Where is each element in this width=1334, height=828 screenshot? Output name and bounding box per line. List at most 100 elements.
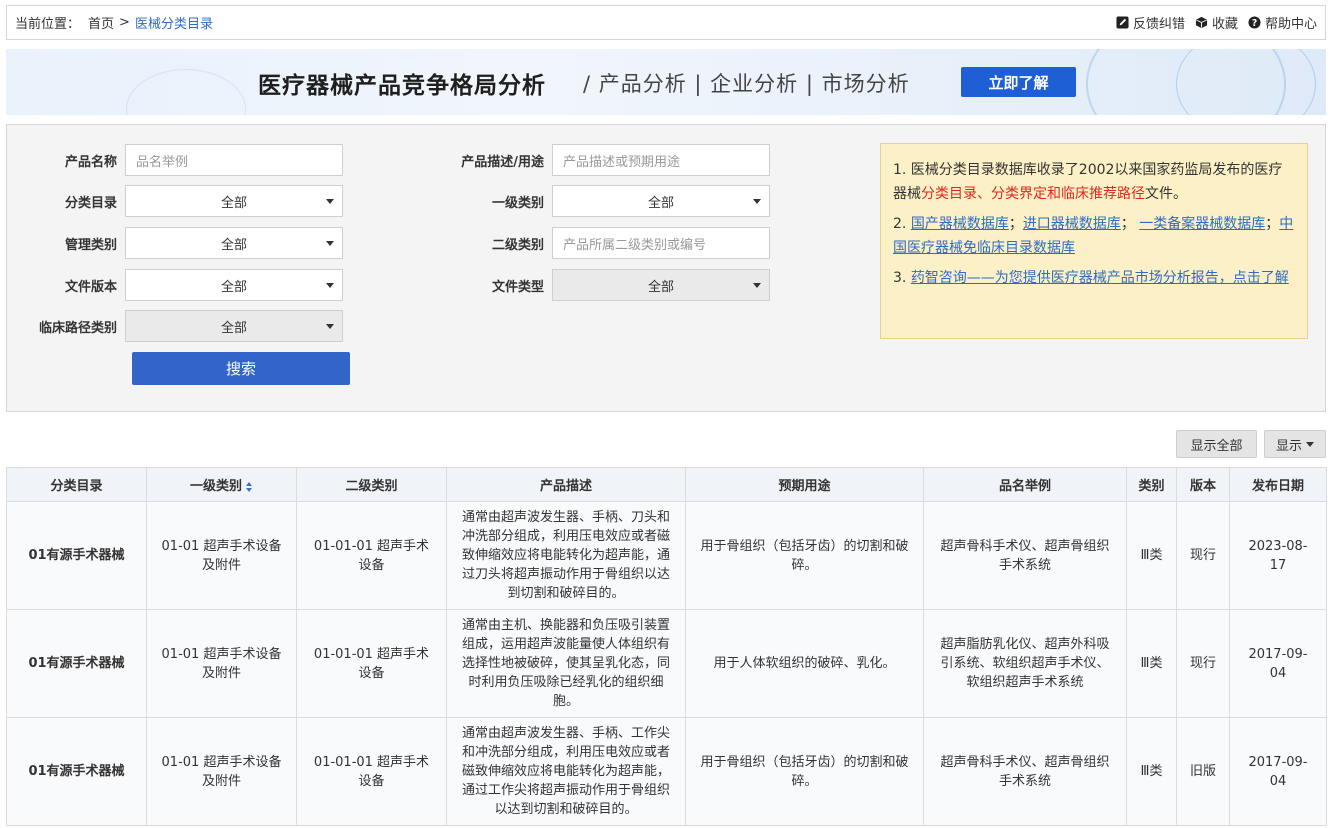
cell-catalog[interactable]: 01有源手术器械 [6,501,147,610]
cell-examples: 超声骨科手术仪、超声骨组织手术系统 [923,501,1127,610]
cell-class: Ⅲ类 [1126,501,1177,610]
chevron-down-icon [326,199,334,204]
question-icon: ? [1248,16,1261,29]
catalog-label: 分类目录 [64,195,117,211]
header-level1-label: 一级类别 [189,479,242,494]
import-db-link[interactable]: 进口器械数据库 [1023,216,1121,232]
cell-examples: 超声脂肪乳化仪、超声外科吸引系统、软组织超声手术仪、软组织超声手术系统 [923,609,1127,718]
domestic-db-link[interactable]: 国产器械数据库 [911,216,1009,232]
top-tools: 反馈纠错 收藏 ? 帮助中心 [1116,13,1317,32]
cell-level1[interactable]: 01-01 超声手术设备及附件 [146,717,297,826]
notice-box: 1. 医械分类目录数据库收录了2002以来国家药监局发布的医疗器械分类目录、分类… [880,143,1308,339]
breadcrumb-label: 当前位置： [15,17,81,32]
cell-usage: 用于人体软组织的破碎、乳化。 [685,609,924,718]
cell-version: 现行 [1176,609,1230,718]
notice-separator: ； [1265,216,1280,232]
description-field: 产品描述/用途 产品描述或预期用途 [434,144,770,176]
cell-catalog[interactable]: 01有源手术器械 [6,609,147,718]
product-name-input[interactable]: 品名举例 [125,144,343,176]
chevron-down-icon [1306,441,1314,447]
notice-number: 2. [893,216,911,232]
header-level1[interactable]: 一级类别 [146,467,297,502]
file-type-field: 文件类型 全部 [434,269,770,301]
level1-label: 一级类别 [491,195,544,211]
cell-level1[interactable]: 01-01 超声手术设备及附件 [146,501,297,610]
banner-decoration-ring-inner [1176,49,1316,115]
file-version-select[interactable]: 全部 [125,269,343,301]
cell-description: 通常由主机、换能器和负压吸引装置组成，运用超声波能量使人体组织有选择性地被破碎，… [446,609,686,718]
management-select-value: 全部 [220,237,247,253]
table-row: 01有源手术器械 01-01 超声手术设备及附件 01-01-01 超声手术设备… [6,609,1327,718]
product-name-field: 产品名称 品名举例 [7,144,343,176]
product-name-label: 产品名称 [64,154,117,170]
cell-level1[interactable]: 01-01 超声手术设备及附件 [146,609,297,718]
management-select[interactable]: 全部 [125,227,343,259]
chevron-down-icon [326,283,334,288]
notice-line-2: 2. 国产器械数据库；进口器械数据库； 一类备案器械数据库；中国医疗器械免临床目… [893,212,1295,260]
help-button[interactable]: ? 帮助中心 [1248,13,1317,32]
cell-usage: 用于骨组织（包括牙齿）的切割和破碎。 [685,501,924,610]
show-all-button[interactable]: 显示全部 [1176,430,1257,458]
cell-catalog[interactable]: 01有源手术器械 [6,717,147,826]
class1-db-link[interactable]: 一类备案器械数据库 [1139,216,1265,232]
clinical-path-select[interactable]: 全部 [125,310,343,342]
file-version-label: 文件版本 [64,279,117,295]
banner-learn-more-button[interactable]: 立即了解 [961,67,1076,97]
cell-examples: 超声骨科手术仪、超声骨组织手术系统 [923,717,1127,826]
file-type-select-value: 全部 [647,279,674,295]
level1-select[interactable]: 全部 [552,185,770,217]
cell-level2[interactable]: 01-01-01 超声手术设备 [296,609,447,718]
cube-icon [1195,16,1208,29]
management-label: 管理类别 [64,237,117,253]
notice-separator: ； [1120,216,1135,232]
file-type-select[interactable]: 全部 [552,269,770,301]
edit-icon [1116,16,1129,29]
notice-line-3: 3. 药智咨询——为您提供医疗器械产品市场分析报告，点击了解 [893,266,1295,290]
header-description: 产品描述 [446,467,686,502]
clinical-path-select-value: 全部 [220,320,247,336]
top-bar: 当前位置： 首页 > 医械分类目录 反馈纠错 收藏 ? 帮助中心 [6,5,1326,40]
table-row: 01有源手术器械 01-01 超声手术设备及附件 01-01-01 超声手术设备… [6,717,1327,826]
header-usage: 预期用途 [685,467,924,502]
clinical-path-field: 临床路径类别 全部 [7,310,343,342]
header-date: 发布日期 [1229,467,1327,502]
notice-number: 3. [893,270,911,286]
favorite-button[interactable]: 收藏 [1195,13,1238,32]
results-table: 分类目录 一级类别 二级类别 产品描述 预期用途 品名举例 类别 版本 发布日期… [6,467,1327,826]
cell-date: 2023-08-17 [1229,501,1327,610]
sort-icon[interactable] [246,481,253,492]
file-version-field: 文件版本 全部 [7,269,343,301]
file-version-select-value: 全部 [220,279,247,295]
table-header-row: 分类目录 一级类别 二级类别 产品描述 预期用途 品名举例 类别 版本 发布日期 [6,467,1327,502]
level2-input[interactable]: 产品所属二级类别或编号 [552,227,770,259]
promo-banner[interactable]: 医疗器械产品竞争格局分析 / 产品分析 | 企业分析 | 市场分析 立即了解 [6,49,1326,115]
search-panel: 产品名称 品名举例 分类目录 全部 管理类别 全部 文件版本 全部 临床路径类别… [6,124,1326,412]
notice-highlight: 分类目录、分类界定和临床推荐路径 [921,186,1145,202]
cell-class: Ⅲ类 [1126,609,1177,718]
breadcrumb: 当前位置： 首页 > 医械分类目录 [15,13,213,32]
cell-level2[interactable]: 01-01-01 超声手术设备 [296,717,447,826]
cell-date: 2017-09-04 [1229,717,1327,826]
breadcrumb-current[interactable]: 医械分类目录 [135,13,213,32]
table-row: 01有源手术器械 01-01 超声手术设备及附件 01-01-01 超声手术设备… [6,501,1327,610]
catalog-field: 分类目录 全部 [7,185,343,217]
file-type-label: 文件类型 [491,279,544,295]
feedback-button[interactable]: 反馈纠错 [1116,13,1185,32]
banner-subtitle: / 产品分析 | 企业分析 | 市场分析 [583,72,910,96]
description-input[interactable]: 产品描述或预期用途 [552,144,770,176]
consult-link[interactable]: 药智咨询——为您提供医疗器械产品市场分析报告，点击了解 [911,270,1289,286]
header-catalog: 分类目录 [6,467,147,502]
chevron-down-icon [753,283,761,288]
level1-select-value: 全部 [647,195,674,211]
catalog-select[interactable]: 全部 [125,185,343,217]
breadcrumb-home-link[interactable]: 首页 [88,13,114,32]
header-examples: 品名举例 [923,467,1127,502]
search-button[interactable]: 搜索 [132,352,350,385]
header-level2: 二级类别 [296,467,447,502]
svg-text:?: ? [1252,18,1257,29]
cell-level2[interactable]: 01-01-01 超声手术设备 [296,501,447,610]
display-dropdown-button[interactable]: 显示 [1264,430,1326,458]
cell-class: Ⅲ类 [1126,717,1177,826]
banner-decoration [126,69,246,115]
header-class: 类别 [1126,467,1177,502]
